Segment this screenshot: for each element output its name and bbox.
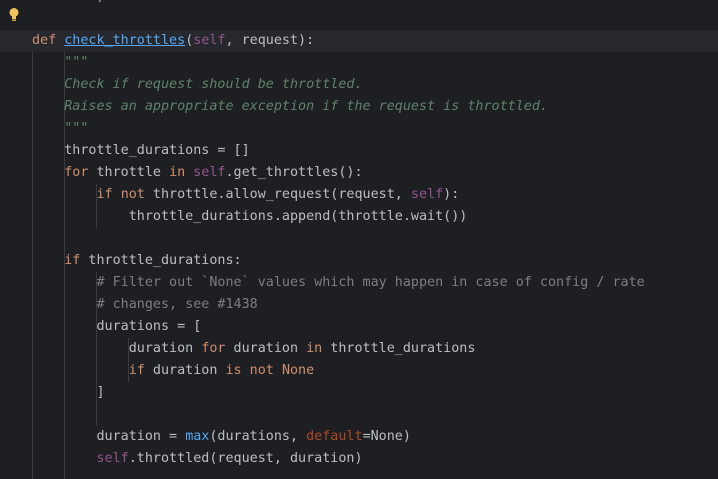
docstring-text: """ — [64, 55, 89, 70]
keyword-token: if — [64, 253, 81, 268]
docstring-text: """ — [64, 121, 89, 136]
code-line[interactable]: for throttle in self.get_throttles(): — [0, 162, 718, 184]
code-token: throttle_durations.append(throttle.wait(… — [128, 209, 468, 224]
keyword-token: in — [169, 165, 186, 180]
comment-text: # changes, see #1438 — [96, 297, 258, 312]
keyword-token: if — [128, 363, 145, 378]
code-line[interactable]: Raises an appropriate exception if the r… — [0, 96, 718, 118]
keyword-token: not — [120, 187, 145, 202]
docstring-text: Raises an appropriate exception if the r… — [64, 99, 548, 114]
code-token: ) — [97, 0, 105, 4]
keyword-token: in — [306, 341, 323, 356]
code-token: ] — [96, 385, 105, 400]
code-line[interactable]: duration = max(durations, default=None) — [0, 426, 718, 448]
function-name[interactable]: check_throttles — [64, 33, 185, 48]
code-line[interactable] — [0, 228, 718, 250]
code-line[interactable]: """ — [0, 52, 718, 74]
code-line[interactable]: self.throttled(request, duration) — [0, 448, 718, 470]
keyword-token: if — [96, 187, 113, 202]
docstring-text: Check if request should be throttled. — [64, 77, 363, 92]
code-line[interactable]: """ — [0, 118, 718, 140]
code-line[interactable]: duration for duration in throttle_durati… — [0, 338, 718, 360]
self-token: self — [193, 165, 226, 180]
code-line[interactable]: # changes, see #1438 — [0, 294, 718, 316]
self-token: self — [193, 33, 226, 48]
self-token: self — [96, 451, 129, 466]
code-line[interactable]: ] — [0, 382, 718, 404]
code-line[interactable] — [0, 404, 718, 426]
keyword-token: None — [281, 363, 315, 378]
code-editor[interactable]: ) def check_throttles(self, request): ""… — [0, 0, 718, 479]
code-line[interactable]: throttle_durations.append(throttle.wait(… — [0, 206, 718, 228]
code-line[interactable]: if not throttle.allow_request(request, s… — [0, 184, 718, 206]
code-line[interactable]: if throttle_durations: — [0, 250, 718, 272]
code-token: durations = [ — [96, 319, 202, 334]
builtin-function: max — [185, 429, 210, 444]
code-line[interactable]: if duration is not None — [0, 360, 718, 382]
keyword-token: for — [64, 165, 89, 180]
code-line[interactable]: durations = [ — [0, 316, 718, 338]
keyword-token: def — [32, 33, 57, 48]
comment-text: # Filter out `None` values which may hap… — [96, 275, 645, 290]
code-line[interactable]: Check if request should be throttled. — [0, 74, 718, 96]
code-line[interactable]: throttle_durations = [] — [0, 140, 718, 162]
code-line[interactable]: def check_throttles(self, request): — [0, 30, 718, 52]
code-token: throttle_durations = [] — [64, 143, 250, 158]
keyword-token: is not — [225, 363, 274, 378]
code-line[interactable]: # Filter out `None` values which may hap… — [0, 272, 718, 294]
keyword-token: for — [201, 341, 226, 356]
code-line[interactable]: ) — [0, 0, 718, 8]
keyword-argument: default — [306, 429, 363, 444]
self-token: self — [410, 187, 444, 202]
